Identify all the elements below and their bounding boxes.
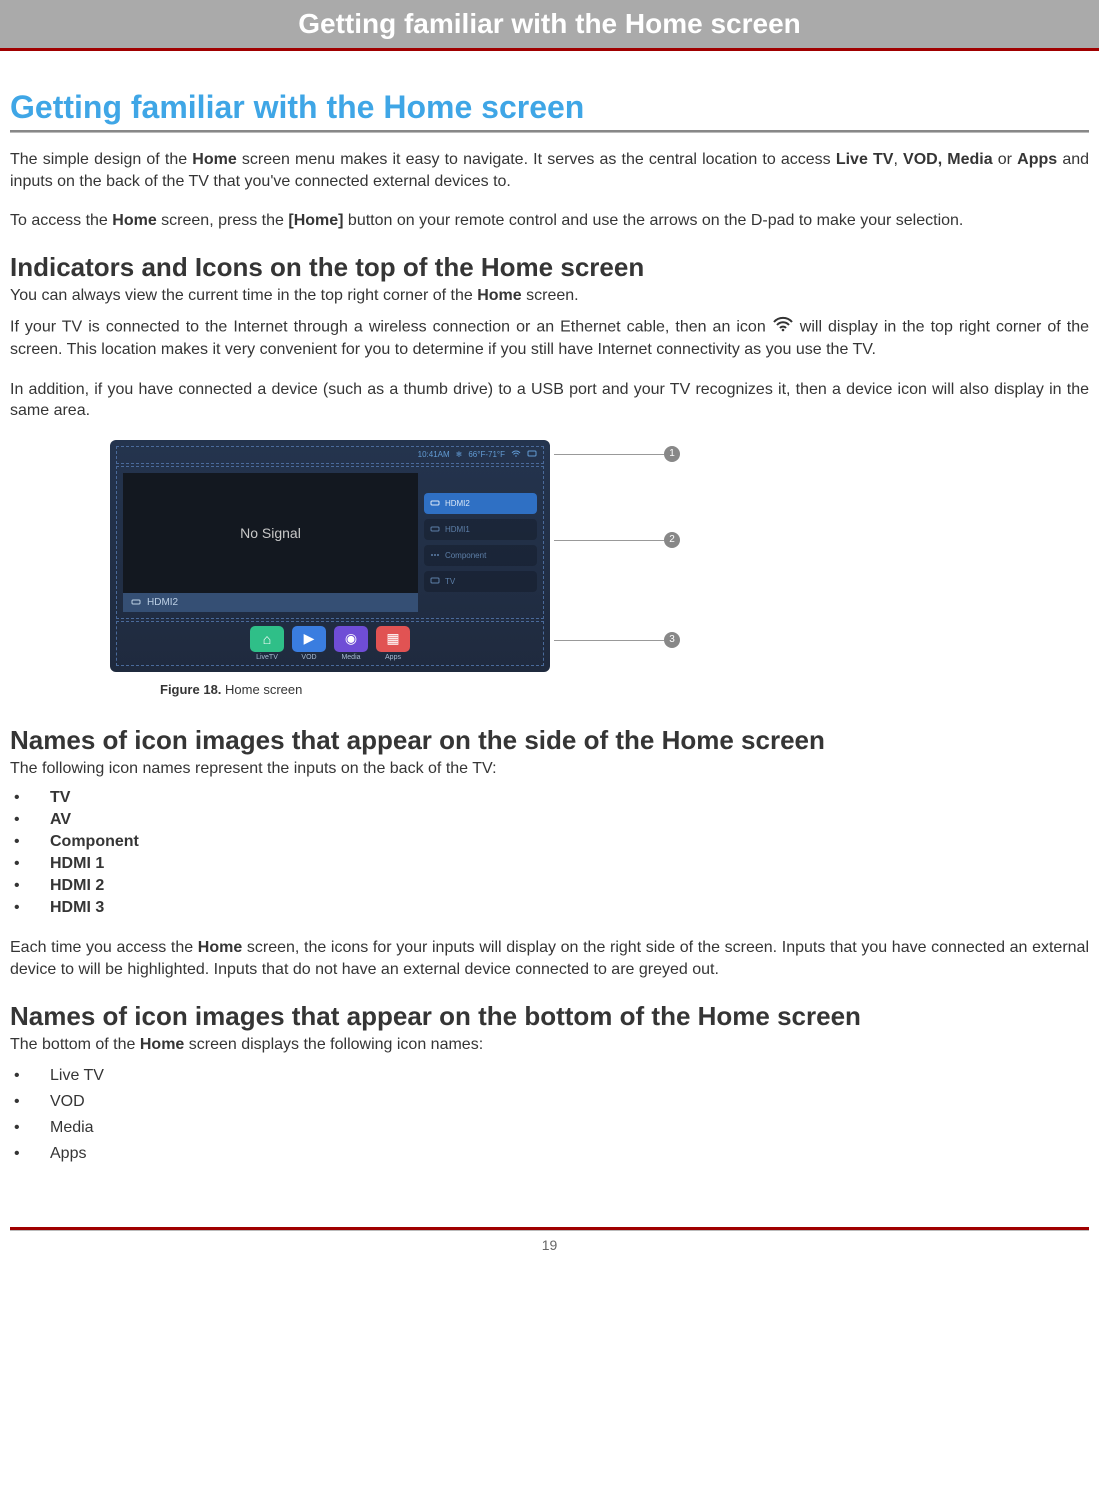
preview-column: No Signal HDMI2	[123, 473, 418, 612]
no-signal-panel: No Signal	[123, 473, 418, 593]
indicators-wifi-text: If your TV is connected to the Internet …	[10, 316, 1089, 360]
callout-badge-3: 3	[664, 632, 680, 648]
list-item: Component	[10, 831, 1089, 853]
tv-input-icon	[430, 577, 440, 585]
tv-screen: 10:41AM ❄ 66°F-71°F No Signal HDMI2 HDMI…	[110, 440, 550, 672]
bottom-icons-heading: Names of icon images that appear on the …	[10, 1001, 1089, 1032]
side-icons-desc: Each time you access the Home screen, th…	[10, 937, 1089, 980]
list-item: VOD	[10, 1089, 1089, 1115]
page-header-title: Getting familiar with the Home screen	[298, 8, 801, 39]
apps-icon: ▦	[376, 626, 410, 652]
page-number: 19	[0, 1237, 1099, 1253]
hdmi-icon	[430, 525, 440, 533]
bottom-icons-intro: The bottom of the Home screen displays t…	[10, 1034, 1089, 1056]
input-item-hdmi2[interactable]: HDMI2	[424, 493, 537, 514]
indicators-time-text: You can always view the current time in …	[10, 285, 1089, 307]
side-icons-list: TV AV Component HDMI 1 HDMI 2 HDMI 3	[10, 787, 1089, 919]
title-underline	[10, 132, 1089, 133]
callout-badge-2: 2	[664, 532, 680, 548]
callout-line-1	[554, 454, 664, 455]
app-tile-vod[interactable]: ▶VOD	[292, 626, 326, 661]
indicators-usb-text: In addition, if you have connected a dev…	[10, 379, 1089, 422]
hdmi-icon	[430, 499, 440, 507]
status-bar: 10:41AM ❄ 66°F-71°F	[116, 446, 544, 464]
callout-badge-1: 1	[664, 446, 680, 462]
input-item-component[interactable]: Component	[424, 545, 537, 566]
callout-line-3	[554, 640, 664, 641]
app-tile-media[interactable]: ◉Media	[334, 626, 368, 661]
component-icon	[430, 551, 440, 559]
main-title: Getting familiar with the Home screen	[10, 89, 1089, 132]
weather-icon: ❄	[456, 450, 463, 459]
tv-icon: ⌂	[250, 626, 284, 652]
play-icon: ▶	[292, 626, 326, 652]
page-header: Getting familiar with the Home screen	[0, 0, 1099, 51]
inputs-column: HDMI2 HDMI1 Component TV	[424, 473, 537, 612]
access-paragraph: To access the Home screen, press the [Ho…	[10, 210, 1089, 232]
app-tile-livetv[interactable]: ⌂LiveTV	[250, 626, 284, 661]
list-item: HDMI 1	[10, 853, 1089, 875]
hdmi-icon	[131, 598, 141, 606]
list-item: Live TV	[10, 1063, 1089, 1089]
list-item: AV	[10, 809, 1089, 831]
current-input-badge: HDMI2	[123, 593, 418, 612]
side-icons-heading: Names of icon images that appear on the …	[10, 725, 1089, 756]
intro-paragraph-1: The simple design of the Home screen men…	[10, 149, 1089, 192]
bottom-icons-list: Live TV VOD Media Apps	[10, 1063, 1089, 1167]
list-item: HDMI 2	[10, 875, 1089, 897]
footer-rule	[10, 1227, 1089, 1231]
input-item-tv[interactable]: TV	[424, 571, 537, 592]
app-tile-apps[interactable]: ▦Apps	[376, 626, 410, 661]
list-item: HDMI 3	[10, 897, 1089, 919]
indicators-heading: Indicators and Icons on the top of the H…	[10, 252, 1089, 283]
status-temp: 66°F-71°F	[468, 450, 505, 459]
figure-caption: Figure 18. Home screen	[160, 682, 1089, 697]
status-input-icon	[527, 450, 537, 460]
input-item-hdmi1[interactable]: HDMI1	[424, 519, 537, 540]
mid-area: No Signal HDMI2 HDMI2 HDMI1 Component TV	[116, 466, 544, 619]
figure-home-screen: 10:41AM ❄ 66°F-71°F No Signal HDMI2 HDMI…	[110, 440, 750, 672]
media-icon: ◉	[334, 626, 368, 652]
list-item: Apps	[10, 1141, 1089, 1167]
wifi-icon	[772, 316, 794, 339]
bottom-bar: ⌂LiveTV ▶VOD ◉Media ▦Apps	[116, 621, 544, 666]
side-icons-intro: The following icon names represent the i…	[10, 758, 1089, 780]
status-time: 10:41AM	[418, 450, 450, 459]
callout-line-2	[554, 540, 664, 541]
list-item: Media	[10, 1115, 1089, 1141]
status-wifi-icon	[511, 450, 521, 460]
list-item: TV	[10, 787, 1089, 809]
